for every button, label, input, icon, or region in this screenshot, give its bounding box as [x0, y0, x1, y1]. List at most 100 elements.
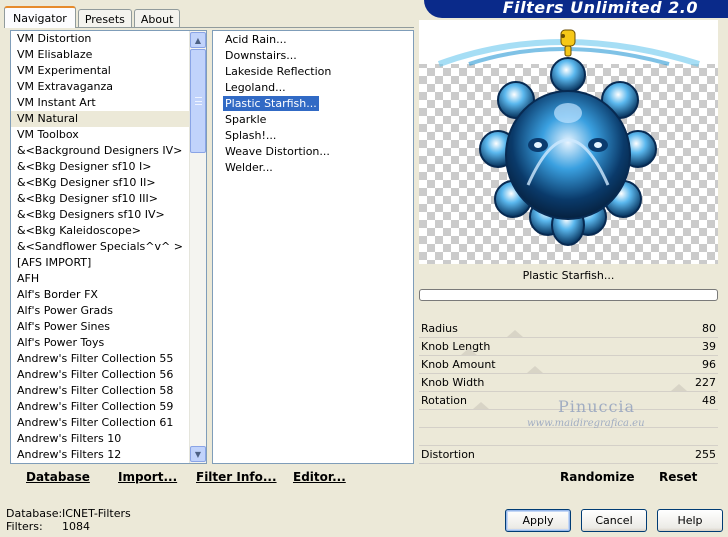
category-item[interactable]: Andrew's Filter Collection 55: [11, 351, 206, 367]
category-item[interactable]: Andrew's Filters 10: [11, 431, 206, 447]
category-item[interactable]: &<Bkg Kaleidoscope>: [11, 223, 206, 239]
filter-item[interactable]: Lakeside Reflection: [213, 64, 413, 80]
slider-label: Rotation: [421, 394, 468, 407]
apply-button[interactable]: Apply: [505, 509, 571, 532]
plastic-starfish-preview: [437, 29, 700, 246]
filter-item[interactable]: Acid Rain...: [213, 32, 413, 48]
category-item[interactable]: Andrew's Filter Collection 56: [11, 367, 206, 383]
pointing-hand-icon: [560, 29, 576, 57]
scrollbar-thumb[interactable]: [190, 49, 206, 153]
filter-item[interactable]: Legoland...: [213, 80, 413, 96]
parameter-sliders: Radius 80 Knob Length 39 Knob Amount 96 Knob W…: [419, 320, 718, 464]
filter-item-label: Welder...: [225, 161, 273, 174]
reset-button[interactable]: Reset: [659, 470, 697, 484]
filters-count: 1084: [62, 520, 90, 533]
scroll-up-arrow-icon[interactable]: ▲: [190, 32, 206, 48]
app-banner: Filters Unlimited 2.0: [424, 0, 728, 18]
cancel-button[interactable]: Cancel: [581, 509, 647, 532]
app-title: Filters Unlimited 2.0: [502, 0, 698, 17]
filter-item-label: Splash!...: [225, 129, 277, 142]
status-area: Database: ICNET-Filters Filters: 1084: [6, 507, 131, 533]
filter-item[interactable]: Sparkle: [213, 112, 413, 128]
slider-row[interactable]: Distortion 255: [419, 446, 718, 464]
filter-item-label: Plastic Starfish...: [223, 96, 319, 111]
navigator-button-bar: Database Import... Filter Info... Editor…: [8, 464, 414, 490]
filter-item[interactable]: Plastic Starfish...: [213, 96, 413, 112]
database-button[interactable]: Database: [26, 470, 90, 484]
preview-panel[interactable]: [419, 20, 718, 264]
tab-presets[interactable]: Presets: [77, 9, 132, 28]
tab-strip: Navigator Presets About: [4, 4, 182, 28]
category-item[interactable]: VM Distortion: [11, 31, 206, 47]
tab-about[interactable]: About: [133, 9, 181, 28]
tab-navigator[interactable]: Navigator: [4, 6, 76, 28]
database-value: ICNET-Filters: [62, 507, 131, 520]
filter-item-label: Acid Rain...: [225, 33, 287, 46]
category-item[interactable]: &<Bkg Designer sf10 I>: [11, 159, 206, 175]
filter-item-label: Sparkle: [225, 113, 267, 126]
category-item[interactable]: Andrew's Filter Collection 61: [11, 415, 206, 431]
slider-label: Knob Width: [421, 376, 485, 389]
slider-row[interactable]: Knob Amount 96: [419, 356, 718, 374]
category-item[interactable]: &<Background Designers IV>: [11, 143, 206, 159]
filter-item[interactable]: Downstairs...: [213, 48, 413, 64]
randomize-button[interactable]: Randomize: [560, 470, 634, 484]
category-item[interactable]: VM Natural: [11, 111, 206, 127]
category-item[interactable]: &<Bkg Designer sf10 III>: [11, 191, 206, 207]
slider-row[interactable]: [419, 428, 718, 446]
slider-value: 48: [702, 394, 716, 407]
category-item[interactable]: Alf's Power Sines: [11, 319, 206, 335]
category-item[interactable]: [AFS IMPORT]: [11, 255, 206, 271]
slider-label: Radius: [421, 322, 458, 335]
watermark-url: www.maidiregrafica.eu: [527, 418, 645, 429]
import-button[interactable]: Import...: [118, 470, 177, 484]
category-item[interactable]: AFH: [11, 271, 206, 287]
filter-item-label: Weave Distortion...: [225, 145, 330, 158]
category-item[interactable]: VM Experimental: [11, 63, 206, 79]
filter-item-label: Downstairs...: [225, 49, 297, 62]
database-label: Database:: [6, 507, 63, 520]
category-item[interactable]: VM Extravaganza: [11, 79, 206, 95]
category-item[interactable]: Andrew's Filters 12: [11, 447, 206, 463]
category-item[interactable]: Andrew's Filter Collection 58: [11, 383, 206, 399]
category-items: VM Distortion VM Elisablaze VM Experimenta…: [11, 31, 206, 463]
slider-thumb[interactable]: [506, 330, 523, 337]
filter-info-button[interactable]: Filter Info...: [196, 470, 277, 484]
slider-row[interactable]: Knob Length 39: [419, 338, 718, 356]
filter-items: Acid Rain... Downstairs... Lakeside Reflec…: [213, 32, 413, 176]
slider-value: 227: [695, 376, 716, 389]
filter-item-label: Lakeside Reflection: [225, 65, 332, 78]
category-item[interactable]: Andrew's Filter Collection 59: [11, 399, 206, 415]
category-scrollbar[interactable]: ▲ ▼: [189, 31, 206, 463]
slider-thumb[interactable]: [526, 366, 543, 373]
slider-row[interactable]: Knob Width 227: [419, 374, 718, 392]
category-item[interactable]: VM Toolbox: [11, 127, 206, 143]
category-list[interactable]: VM Distortion VM Elisablaze VM Experimenta…: [10, 30, 207, 464]
slider-value: 96: [702, 358, 716, 371]
current-filter-name: Plastic Starfish...: [419, 265, 718, 287]
slider-thumb[interactable]: [472, 402, 489, 409]
slider-value: 39: [702, 340, 716, 353]
category-item[interactable]: VM Instant Art: [11, 95, 206, 111]
category-item[interactable]: VM Elisablaze: [11, 47, 206, 63]
filter-item[interactable]: Weave Distortion...: [213, 144, 413, 160]
help-button[interactable]: Help: [657, 509, 723, 532]
category-item[interactable]: Alf's Power Grads: [11, 303, 206, 319]
category-item[interactable]: &<Bkg Designers sf10 IV>: [11, 207, 206, 223]
filter-item[interactable]: Welder...: [213, 160, 413, 176]
editor-button[interactable]: Editor...: [293, 470, 346, 484]
filters-label: Filters:: [6, 520, 43, 533]
slider-thumb[interactable]: [461, 348, 478, 355]
slider-label: Knob Amount: [421, 358, 496, 371]
category-item[interactable]: &<Sandflower Specials^v^ >: [11, 239, 206, 255]
preview-button-bar: Randomize Reset: [419, 464, 718, 490]
category-item[interactable]: &<BKg Designer sf10 II>: [11, 175, 206, 191]
scroll-down-arrow-icon[interactable]: ▼: [190, 446, 206, 462]
grip-icon: [195, 97, 202, 105]
filter-item[interactable]: Splash!...: [213, 128, 413, 144]
slider-thumb[interactable]: [670, 384, 687, 391]
filter-list[interactable]: Acid Rain... Downstairs... Lakeside Reflec…: [212, 30, 414, 464]
slider-row[interactable]: Radius 80: [419, 320, 718, 338]
category-item[interactable]: Alf's Border FX: [11, 287, 206, 303]
category-item[interactable]: Alf's Power Toys: [11, 335, 206, 351]
